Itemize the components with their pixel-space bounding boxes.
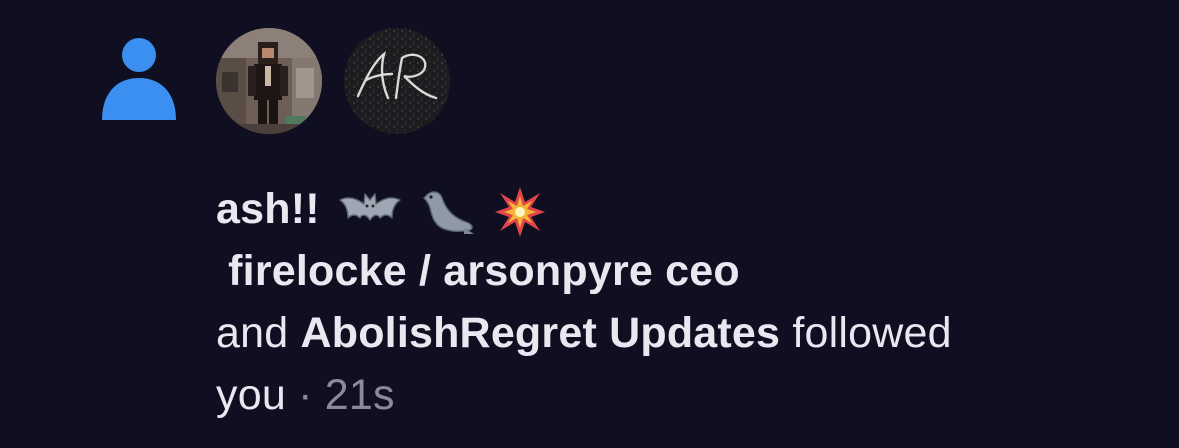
person-icon (100, 36, 178, 120)
minecraft-skin-avatar[interactable] (216, 28, 322, 134)
ar-monogram-avatar[interactable]: AR (344, 28, 450, 134)
notification-text: ash!! firelocke / arsonpyre ceo and Abol… (216, 178, 1156, 426)
collision-emoji (494, 186, 546, 238)
bat-emoji (338, 192, 402, 232)
follow-notification[interactable]: AR ash!! (0, 0, 1179, 448)
first-user-line: ash!! (216, 178, 1156, 240)
seal-emoji (420, 188, 476, 236)
second-user-name[interactable]: firelocke / arsonpyre ceo (228, 247, 740, 295)
third-user-line: and AbolishRegret Updates followed (216, 302, 1156, 364)
timestamp: 21s (324, 371, 395, 419)
object-text: you (216, 371, 286, 419)
action-text: followed (792, 309, 952, 357)
third-user-name[interactable]: AbolishRegret Updates (301, 309, 781, 357)
first-user-name[interactable]: ash!! (216, 185, 320, 233)
timestamp-line: you · 21s (216, 364, 1156, 426)
connector-text: and (216, 309, 289, 357)
separator-dot: · (298, 371, 313, 419)
second-user-line: firelocke / arsonpyre ceo (216, 240, 1156, 302)
